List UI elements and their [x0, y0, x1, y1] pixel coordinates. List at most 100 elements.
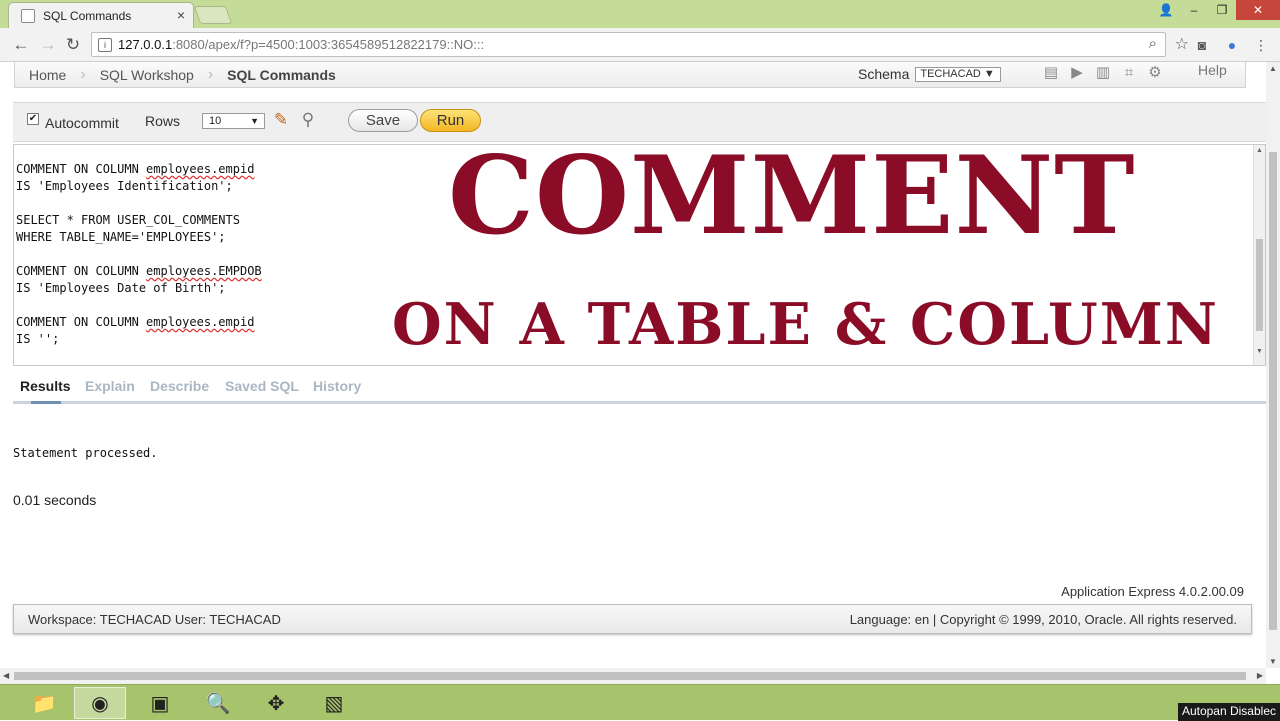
- result-tabs: Results Explain Describe Saved SQL Histo…: [13, 370, 1266, 404]
- tab-results[interactable]: Results: [20, 378, 71, 394]
- page-hscroll-thumb[interactable]: [14, 672, 1246, 680]
- chrome-icon[interactable]: ◉: [74, 687, 126, 719]
- schema-selector: Schema TECHACAD ▼: [858, 62, 1026, 88]
- bookmark-star-icon[interactable]: ☆: [1175, 34, 1189, 54]
- workspace-info: Workspace: TECHACAD User: TECHACAD: [28, 612, 281, 627]
- page-footer: Workspace: TECHACAD User: TECHACAD Langu…: [13, 604, 1252, 634]
- windows-taskbar: 📁 ◉ ▣ 🔍 ✥ ▧ Autopan Disablec: [0, 684, 1280, 721]
- overlay-subtitle: ON A TABLE & COLUMN: [392, 291, 1219, 358]
- code-identifier: employees.empid: [146, 315, 255, 329]
- tab-close-icon[interactable]: ×: [177, 7, 185, 23]
- result-message: Statement processed.: [13, 446, 158, 460]
- code-line: IS '';: [16, 331, 262, 348]
- close-window-button[interactable]: ✕: [1236, 0, 1280, 20]
- window-controls: 👤 – ❐ ✕: [1152, 0, 1280, 20]
- browser-tab-sql-commands[interactable]: SQL Commands ×: [8, 2, 194, 28]
- tab-explain[interactable]: Explain: [85, 378, 135, 394]
- run-button[interactable]: Run: [420, 109, 481, 132]
- code-line: COMMENT ON COLUMN employees.EMPDOB: [16, 263, 262, 280]
- workshop-tool-icons: ▤ ▶ ▥ ⌗ ⚙: [1040, 62, 1166, 84]
- code-line: IS 'Employees Date of Birth';: [16, 280, 262, 297]
- code-text: WHERE TABLE_NAME='EMPLOYEES';: [16, 230, 226, 244]
- rows-select[interactable]: 10 ▼: [202, 113, 265, 129]
- url-input[interactable]: i 127.0.0.1 :8080/apex/f?p=4500:1003:365…: [91, 32, 1189, 57]
- sql-code: COMMENT ON COLUMN employees.empid IS 'Emp…: [16, 161, 262, 348]
- page-vertical-scrollbar[interactable]: ▲ ▼: [1266, 62, 1280, 668]
- page-scroll-thumb[interactable]: [1269, 152, 1277, 630]
- chevron-down-icon: ▼: [250, 116, 259, 126]
- code-line: SELECT * FROM USER_COL_COMMENTS: [16, 212, 262, 229]
- tab-describe[interactable]: Describe: [150, 378, 209, 394]
- notepad-icon[interactable]: ▧: [308, 687, 360, 719]
- user-profile-icon[interactable]: 👤: [1152, 0, 1180, 20]
- copyright-info: Language: en | Copyright © 1999, 2010, O…: [849, 612, 1237, 627]
- extension-camera-icon[interactable]: ◙: [1193, 36, 1211, 54]
- scroll-up-icon[interactable]: ▲: [1269, 64, 1277, 73]
- autocommit-checkbox[interactable]: ✔: [27, 113, 39, 125]
- code-text: COMMENT ON COLUMN: [16, 264, 147, 278]
- scroll-left-icon[interactable]: ◀: [3, 671, 9, 680]
- url-host: 127.0.0.1: [118, 37, 173, 52]
- search-tool-icon[interactable]: 🔍: [192, 687, 244, 719]
- scroll-right-icon[interactable]: ▶: [1257, 671, 1263, 680]
- editor-scrollbar[interactable]: ▲ ▼: [1253, 145, 1265, 365]
- query-builder-icon[interactable]: ⌗: [1118, 62, 1140, 84]
- scroll-down-icon[interactable]: ▼: [1256, 348, 1263, 355]
- page-horizontal-scrollbar[interactable]: ◀ ▶: [0, 668, 1266, 684]
- overlay-title: COMMENT: [448, 133, 1136, 259]
- breadcrumb-sql-workshop[interactable]: SQL Workshop: [86, 67, 208, 83]
- tab-saved-sql[interactable]: Saved SQL: [225, 378, 299, 394]
- forward-arrow-icon[interactable]: →: [37, 34, 59, 56]
- code-line: WHERE TABLE_NAME='EMPLOYEES';: [16, 229, 262, 246]
- extension-q-icon[interactable]: ●: [1223, 36, 1241, 54]
- code-text: SELECT * FROM USER_COL_COMMENTS: [16, 213, 240, 227]
- tab-history[interactable]: History: [313, 378, 361, 394]
- sql-commands-icon[interactable]: ▶: [1066, 62, 1088, 84]
- object-browser-icon[interactable]: ▤: [1040, 62, 1062, 84]
- breadcrumb-sql-commands: SQL Commands: [227, 66, 336, 83]
- active-tab-indicator: [31, 401, 61, 404]
- help-link[interactable]: Help: [1198, 62, 1227, 78]
- utilities-gear-icon[interactable]: ⚙: [1144, 62, 1166, 84]
- editor-scroll-thumb[interactable]: [1256, 239, 1263, 331]
- maximize-button[interactable]: ❐: [1208, 0, 1236, 20]
- folder-icon[interactable]: 📁: [18, 687, 70, 719]
- sql-scripts-icon[interactable]: ▥: [1092, 62, 1114, 84]
- code-text: COMMENT ON COLUMN: [16, 315, 147, 329]
- clear-eraser-icon[interactable]: ✎: [270, 109, 292, 131]
- url-path: :8080/apex/f?p=4500:1003:365458951282217…: [172, 37, 485, 52]
- code-line: COMMENT ON COLUMN employees.empid: [16, 314, 262, 331]
- schema-label: Schema: [858, 66, 910, 82]
- code-text: IS '';: [16, 332, 60, 346]
- save-button[interactable]: Save: [348, 109, 418, 132]
- schema-dropdown[interactable]: TECHACAD ▼: [915, 66, 1002, 82]
- page-favicon-icon: [21, 8, 35, 23]
- scroll-down-icon[interactable]: ▼: [1269, 657, 1277, 666]
- rows-value: 10: [209, 115, 222, 127]
- new-tab-button[interactable]: [193, 6, 233, 24]
- breadcrumb-home[interactable]: Home: [15, 67, 80, 83]
- chrome-menu-icon[interactable]: ⋮: [1252, 36, 1270, 54]
- find-tables-icon[interactable]: ⚲: [297, 109, 319, 131]
- tab-title: SQL Commands: [43, 8, 132, 23]
- code-text: IS 'Employees Identification';: [16, 179, 233, 193]
- code-identifier: employees.empid: [146, 162, 255, 176]
- rows-label: Rows: [145, 113, 181, 129]
- autopan-notice: Autopan Disablec: [1177, 703, 1280, 721]
- page-info-icon[interactable]: i: [98, 37, 112, 52]
- elapsed-time: 0.01 seconds: [13, 492, 97, 508]
- window-icon[interactable]: ▣: [134, 687, 186, 719]
- browser-tab-bar: SQL Commands × 👤 – ❐ ✕: [0, 0, 1280, 28]
- paint-icon[interactable]: ✥: [250, 687, 302, 719]
- code-line: COMMENT ON COLUMN employees.empid: [16, 161, 262, 178]
- zoom-icon[interactable]: ⌕: [1149, 35, 1157, 52]
- autocommit-label: Autocommit: [45, 115, 119, 131]
- minimize-button[interactable]: –: [1180, 0, 1208, 20]
- schema-value: TECHACAD: [920, 67, 981, 80]
- scroll-up-icon[interactable]: ▲: [1256, 147, 1263, 154]
- reload-icon[interactable]: ↻: [62, 34, 84, 56]
- back-arrow-icon[interactable]: ←: [10, 34, 32, 56]
